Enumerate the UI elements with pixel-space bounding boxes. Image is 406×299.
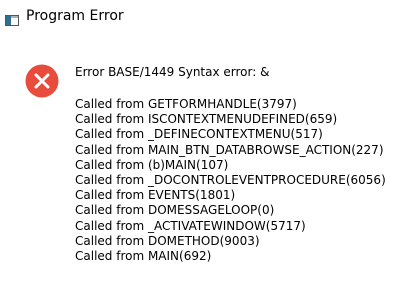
stack-trace-line: Called from DOMESSAGELOOP(0) <box>75 203 275 218</box>
window-title: Program Error <box>26 8 124 24</box>
stack-trace-line: Called from EVENTS(1801) <box>75 188 236 203</box>
error-content: Error BASE/1449 Syntax error: & Called f… <box>75 64 401 264</box>
error-icon <box>25 64 59 98</box>
stack-trace-line: Called from ISCONTEXTMENUDEFINED(659) <box>75 112 338 127</box>
stack-trace-line: Called from _ACTIVATEWINDOW(5717) <box>75 218 306 233</box>
stack-trace-line: Called from _DOCONTROLEVENTPROCEDURE(605… <box>75 172 386 187</box>
stack-trace-line: Called from GETFORMHANDLE(3797) <box>75 97 297 111</box>
stack-trace-line: Called from (b)MAIN(107) <box>75 157 229 172</box>
window-app-icon <box>5 11 19 26</box>
stack-trace-line: Called from DOMETHOD(9003) <box>75 233 260 248</box>
program-error-window: Program Error Error BASE/1449 Syntax err… <box>0 0 406 299</box>
stack-trace-line: Called from MAIN_BTN_DATABROWSE_ACTION(2… <box>75 142 384 157</box>
title-bar[interactable]: Program Error <box>0 0 406 32</box>
stack-trace: Called from GETFORMHANDLE(3797) Called f… <box>75 97 401 264</box>
stack-trace-line: Called from MAIN(692) <box>75 248 212 263</box>
error-message: Error BASE/1449 Syntax error: & <box>75 65 270 79</box>
stack-trace-line: Called from _DEFINECONTEXTMENU(517) <box>75 127 323 142</box>
